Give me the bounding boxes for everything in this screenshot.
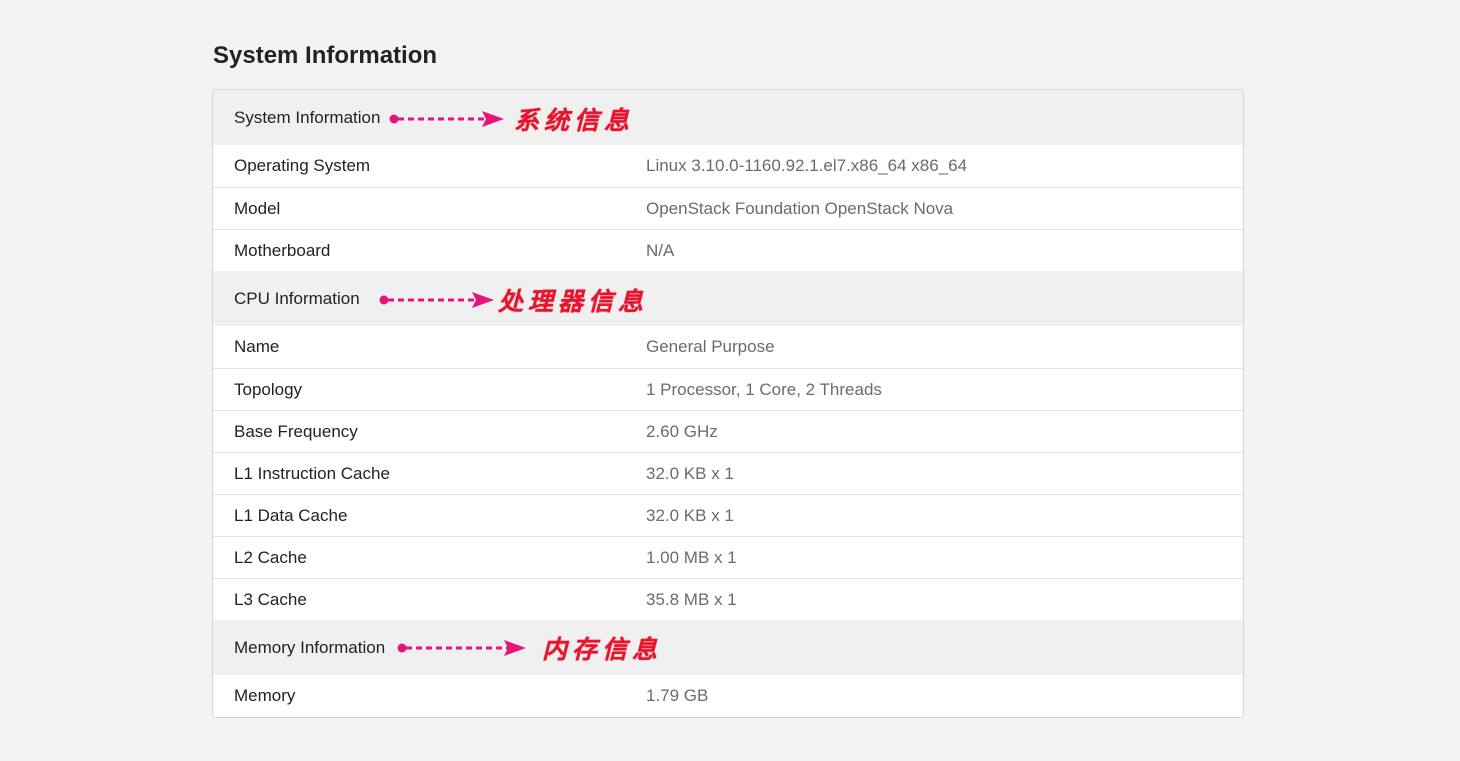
annotation-text-cpu: 处理器信息 (498, 287, 649, 316)
row-value: 2.60 GHz (646, 421, 718, 441)
table-row-cpu-name: Name General Purpose (213, 326, 1243, 368)
annotation-memory: 内存信息 (396, 630, 662, 666)
row-label: Name (234, 337, 280, 356)
section-title-cpu: CPU Information (234, 288, 360, 308)
table-row-l1-data-cache: L1 Data Cache 32.0 KB x 1 (213, 494, 1243, 536)
page-title: System Information (213, 42, 438, 69)
table-row-base-frequency: Base Frequency 2.60 GHz (213, 410, 1243, 452)
row-label: Topology (234, 379, 303, 399)
row-label: L1 Data Cache (234, 505, 348, 525)
dashed-arrow-icon (379, 292, 494, 308)
section-title-system: System Information (234, 107, 381, 127)
row-label: L2 Cache (234, 547, 307, 567)
table-row-model: Model OpenStack Foundation OpenStack Nov… (213, 187, 1243, 229)
row-value: 35.8 MB x 1 (646, 589, 737, 609)
table-row-l1-instruction-cache: L1 Instruction Cache 32.0 KB x 1 (213, 452, 1243, 494)
section-title-memory: Memory Information (234, 637, 386, 657)
annotation-text-memory: 内存信息 (542, 635, 663, 664)
row-value: General Purpose (646, 337, 775, 356)
annotation-cpu: 处理器信息 (378, 282, 648, 318)
table-row-motherboard: Motherboard N/A (213, 229, 1243, 271)
section-header-system: System Information (213, 90, 1243, 145)
table-row-operating-system: Operating System Linux 3.10.0-1160.92.1.… (213, 145, 1243, 187)
system-info-panel: System Information Operating System Linu… (212, 89, 1244, 718)
table-row-memory: Memory 1.79 GB (213, 675, 1243, 717)
row-label: Operating System (234, 156, 371, 175)
dashed-arrow-icon (397, 640, 526, 656)
table-row-l3-cache: L3 Cache 35.8 MB x 1 (213, 578, 1243, 620)
annotation-text-system: 系统信息 (514, 106, 635, 135)
table-row-l2-cache: L2 Cache 1.00 MB x 1 (213, 536, 1243, 578)
row-label: L3 Cache (234, 589, 307, 609)
row-value: 32.0 KB x 1 (646, 463, 734, 483)
row-label: Base Frequency (234, 421, 358, 441)
row-label: Motherboard (234, 240, 331, 260)
row-value: 1.00 MB x 1 (646, 547, 737, 567)
section-header-cpu: CPU Information (213, 271, 1243, 326)
table-row-topology: Topology 1 Processor, 1 Core, 2 Threads (213, 368, 1243, 410)
row-value: 1.79 GB (646, 686, 709, 705)
row-value: Linux 3.10.0-1160.92.1.el7.x86_64 x86_64 (646, 156, 968, 175)
row-label: Model (234, 198, 281, 218)
annotation-system: 系统信息 (388, 101, 634, 137)
row-label: Memory (234, 686, 296, 705)
row-value: OpenStack Foundation OpenStack Nova (646, 198, 954, 218)
row-value: 32.0 KB x 1 (646, 505, 734, 525)
dashed-arrow-icon (389, 111, 504, 127)
section-header-memory: Memory Information (213, 620, 1243, 675)
row-value: 1 Processor, 1 Core, 2 Threads (646, 379, 882, 399)
row-label: L1 Instruction Cache (234, 463, 390, 483)
row-value: N/A (646, 240, 675, 260)
